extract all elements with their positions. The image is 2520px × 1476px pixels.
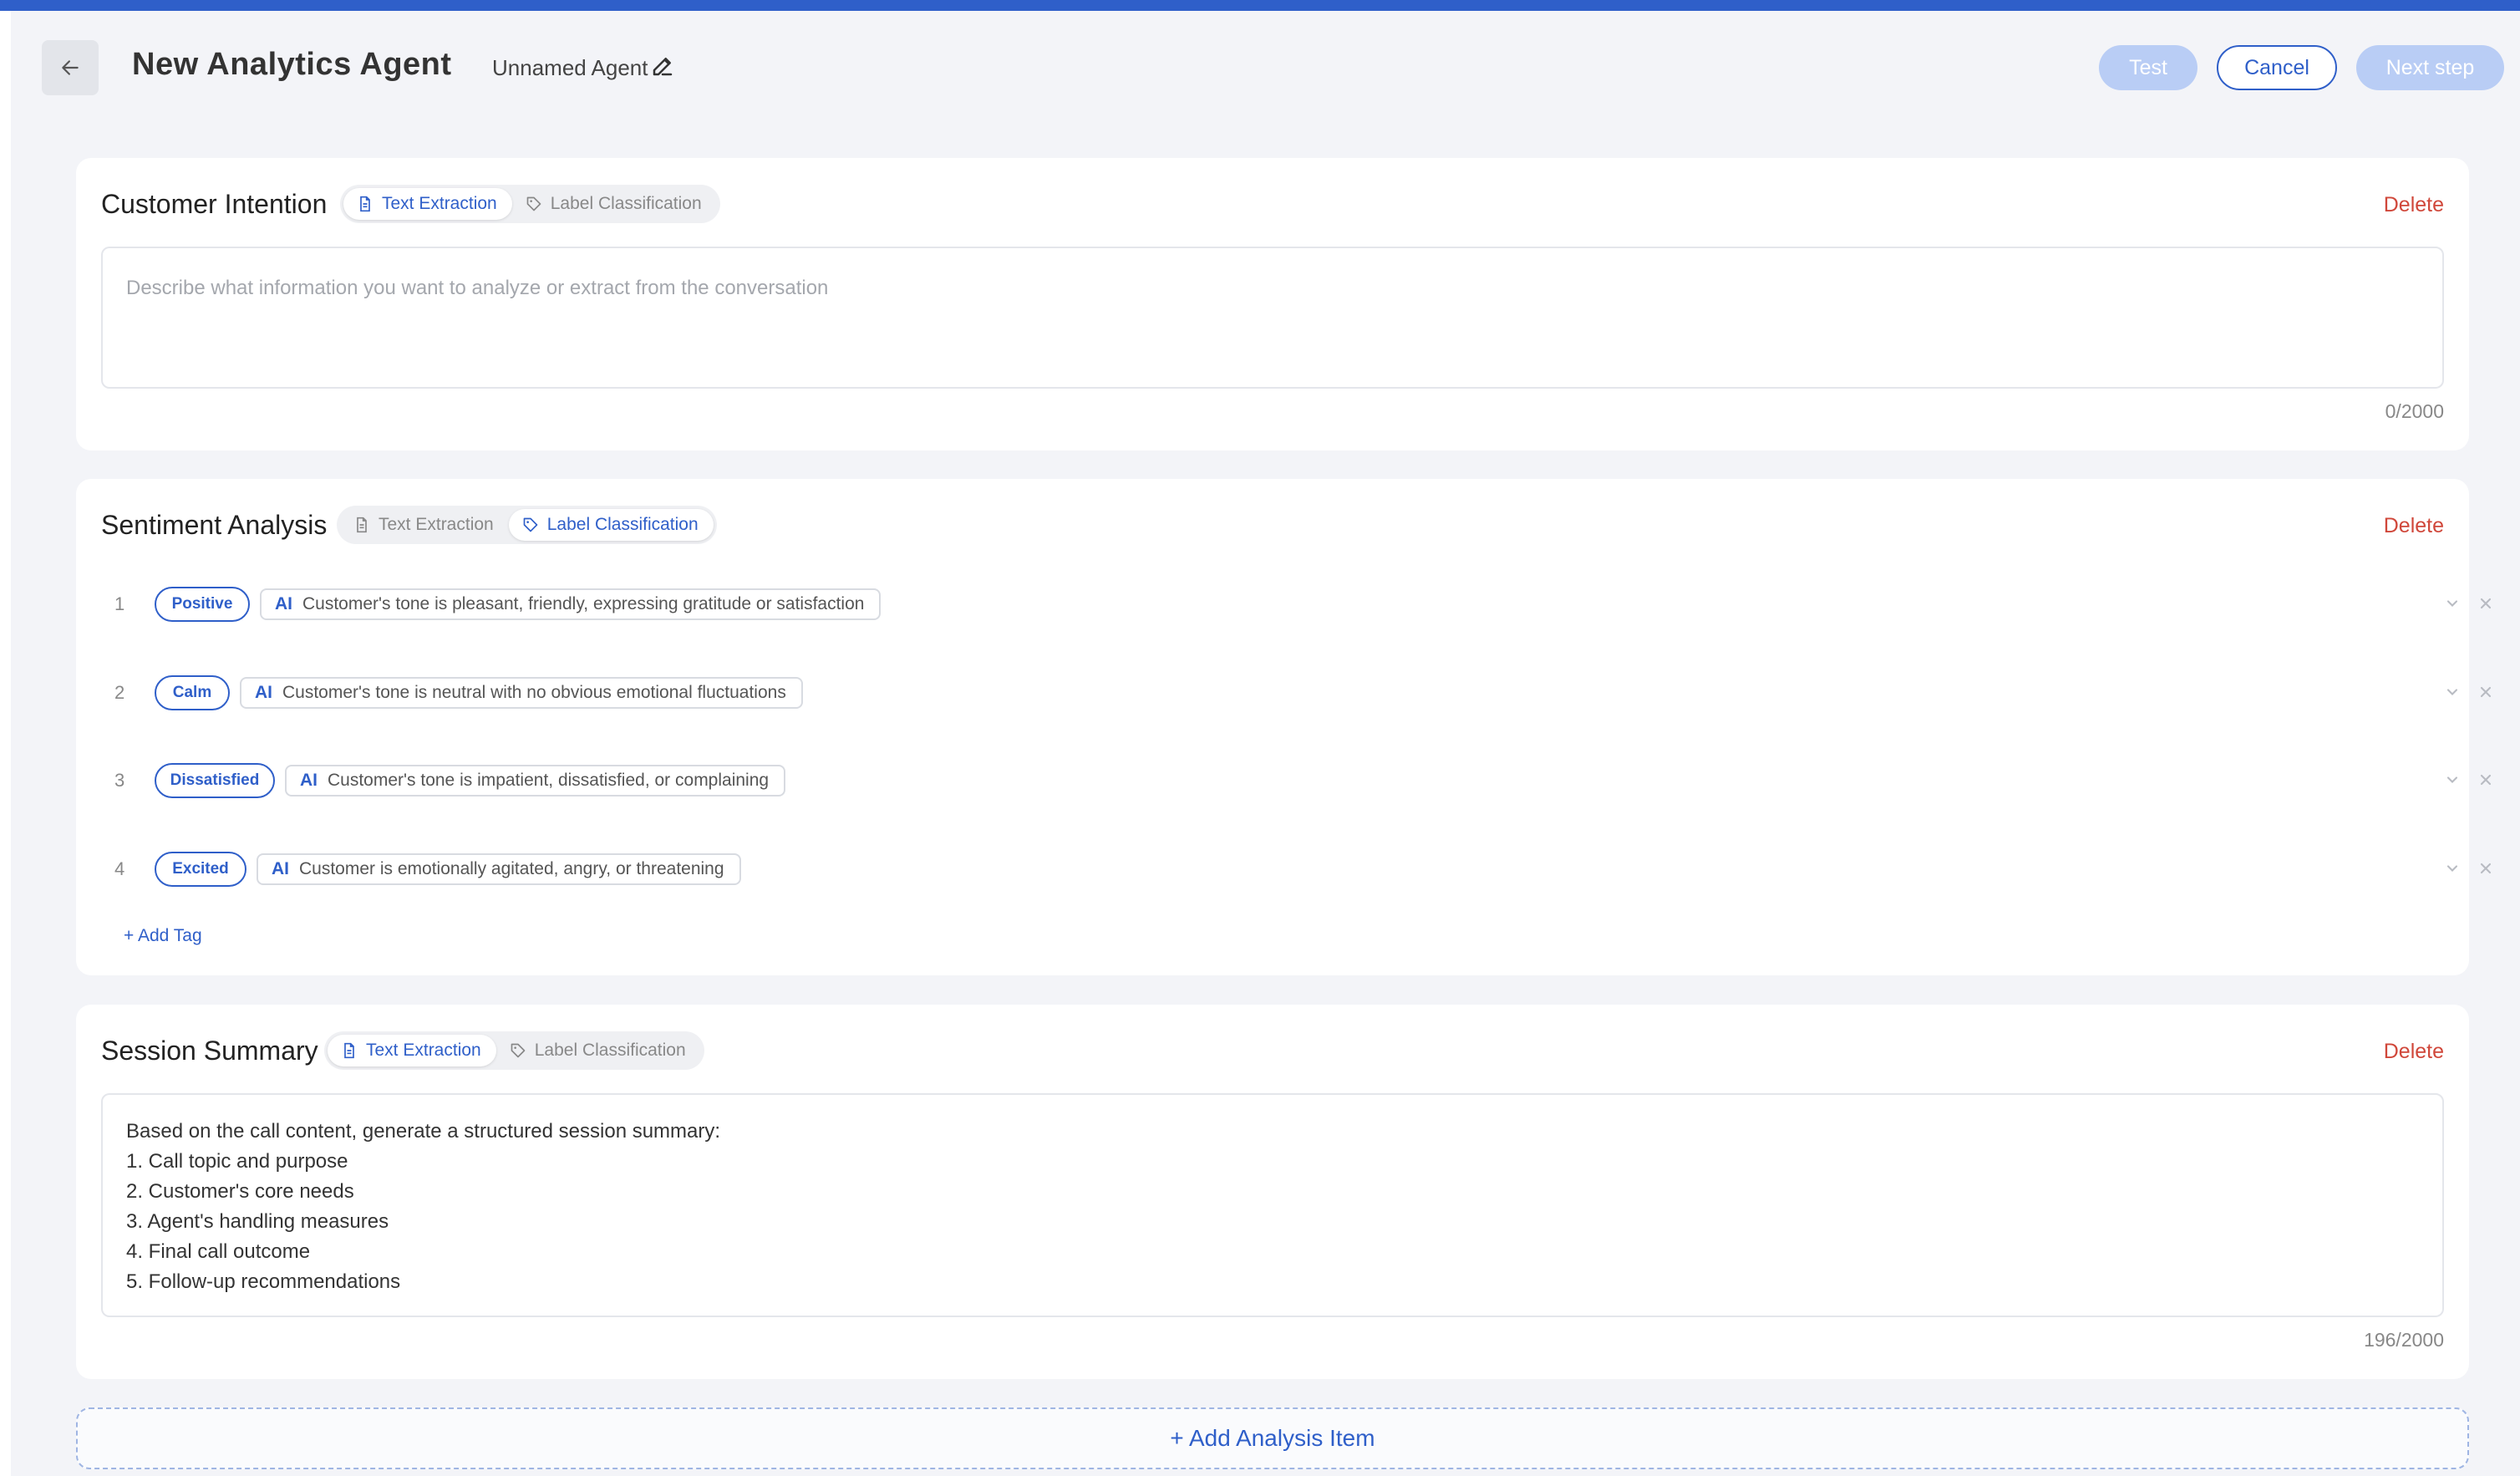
close-icon[interactable] [2477,860,2494,877]
mode-toggle: Text Extraction Label Classification [337,506,717,544]
tag-row: 3 Dissatisfied AI Customer's tone is imp… [101,761,2492,800]
delete-button[interactable]: Delete [2384,193,2444,217]
row-number: 1 [114,593,125,614]
add-tag-button[interactable]: + Add Tag [124,926,202,946]
card-session-summary: Session Summary Text Extraction Label Cl… [76,1005,2469,1379]
chevron-down-icon[interactable] [2444,595,2461,612]
tag-row: 4 Excited AI Customer is emotionally agi… [101,850,2492,888]
card-title: Sentiment Analysis [101,510,328,540]
document-icon [357,517,367,533]
summary-textarea[interactable]: Based on the call content, generate a st… [101,1093,2444,1317]
mode-label: Text Extraction [382,194,497,213]
tag-chip[interactable]: Positive [155,587,250,622]
ai-badge: AI [300,771,318,790]
tag-chip[interactable]: Calm [155,675,230,710]
summary-line: 4. Final call outcome [126,1240,311,1263]
summary-line: 1. Call topic and purpose [126,1150,348,1173]
char-counter: 196/2000 [2364,1329,2444,1351]
card-customer-intention: Customer Intention Text Extraction Label… [76,158,2469,450]
mode-text-extraction[interactable]: Text Extraction [340,509,509,541]
summary-line: Based on the call content, generate a st… [126,1120,721,1143]
tag-chip[interactable]: Excited [155,852,246,887]
mode-label-classification[interactable]: Label Classification [512,188,717,220]
mode-text-extraction[interactable]: Text Extraction [343,188,512,220]
tag-description: Customer's tone is impatient, dissatisfi… [328,771,770,790]
left-edge-strip [0,11,11,1476]
next-step-button[interactable]: Next step [2356,45,2504,90]
mode-label: Label Classification [546,515,699,534]
summary-line: 5. Follow-up recommendations [126,1270,401,1293]
page-title: New Analytics Agent [132,47,452,82]
tag-icon [526,196,541,211]
card-title: Customer Intention [101,189,328,219]
pencil-icon[interactable] [650,53,675,79]
tag-chip[interactable]: Dissatisfied [155,763,275,798]
cancel-button[interactable]: Cancel [2217,45,2337,90]
mode-label: Label Classification [550,194,702,213]
row-number: 2 [114,682,125,703]
tag-description: Customer's tone is pleasant, friendly, e… [302,594,865,613]
close-icon[interactable] [2477,684,2494,700]
close-icon[interactable] [2477,771,2494,788]
summary-line: 2. Customer's core needs [126,1180,354,1203]
document-icon [360,196,370,212]
intention-textarea[interactable]: Describe what information you want to an… [101,247,2444,389]
mode-toggle: Text Extraction Label Classification [340,185,720,223]
test-button[interactable]: Test [2099,45,2197,90]
ai-badge: AI [272,859,289,878]
tag-icon [523,517,538,532]
mode-label: Label Classification [534,1041,686,1060]
top-accent-bar [0,0,2520,11]
tag-description-field[interactable]: AI Customer's tone is pleasant, friendly… [260,588,881,620]
add-analysis-item-button[interactable]: + Add Analysis Item [76,1407,2469,1469]
mode-label: Text Extraction [366,1041,481,1060]
document-icon [344,1042,354,1059]
arrow-left-icon [62,60,79,75]
ai-badge: AI [275,594,292,613]
chevron-down-icon[interactable] [2444,684,2461,700]
chevron-down-icon[interactable] [2444,860,2461,877]
row-number: 4 [114,858,125,879]
ai-badge: AI [255,683,272,702]
mode-label-classification[interactable]: Label Classification [508,509,714,541]
tag-icon [511,1043,526,1058]
close-icon[interactable] [2477,595,2494,612]
mode-toggle: Text Extraction Label Classification [324,1031,704,1070]
tag-description-field[interactable]: AI Customer's tone is impatient, dissati… [285,765,786,797]
tag-description-field[interactable]: AI Customer is emotionally agitated, ang… [257,853,741,885]
summary-line: 3. Agent's handling measures [126,1210,389,1233]
textarea-placeholder: Describe what information you want to an… [126,277,829,299]
back-button[interactable] [42,40,99,95]
delete-button[interactable]: Delete [2384,1040,2444,1064]
tag-row: 2 Calm AI Customer's tone is neutral wit… [101,674,2492,712]
tag-description: Customer's tone is neutral with no obvio… [282,683,786,702]
card-title: Session Summary [101,1036,318,1066]
card-sentiment-analysis: Sentiment Analysis Text Extraction Label… [76,479,2492,975]
delete-button[interactable]: Delete [2384,514,2444,538]
chevron-down-icon[interactable] [2444,771,2461,788]
mode-text-extraction[interactable]: Text Extraction [328,1035,496,1066]
mode-label-classification[interactable]: Label Classification [496,1035,701,1066]
tag-description: Customer is emotionally agitated, angry,… [299,859,724,878]
agent-name[interactable]: Unnamed Agent [492,55,648,81]
row-number: 3 [114,770,125,791]
tag-description-field[interactable]: AI Customer's tone is neutral with no ob… [240,677,803,709]
mode-label: Text Extraction [379,515,494,534]
tag-row: 1 Positive AI Customer's tone is pleasan… [101,585,2492,623]
char-counter: 0/2000 [2385,400,2444,422]
